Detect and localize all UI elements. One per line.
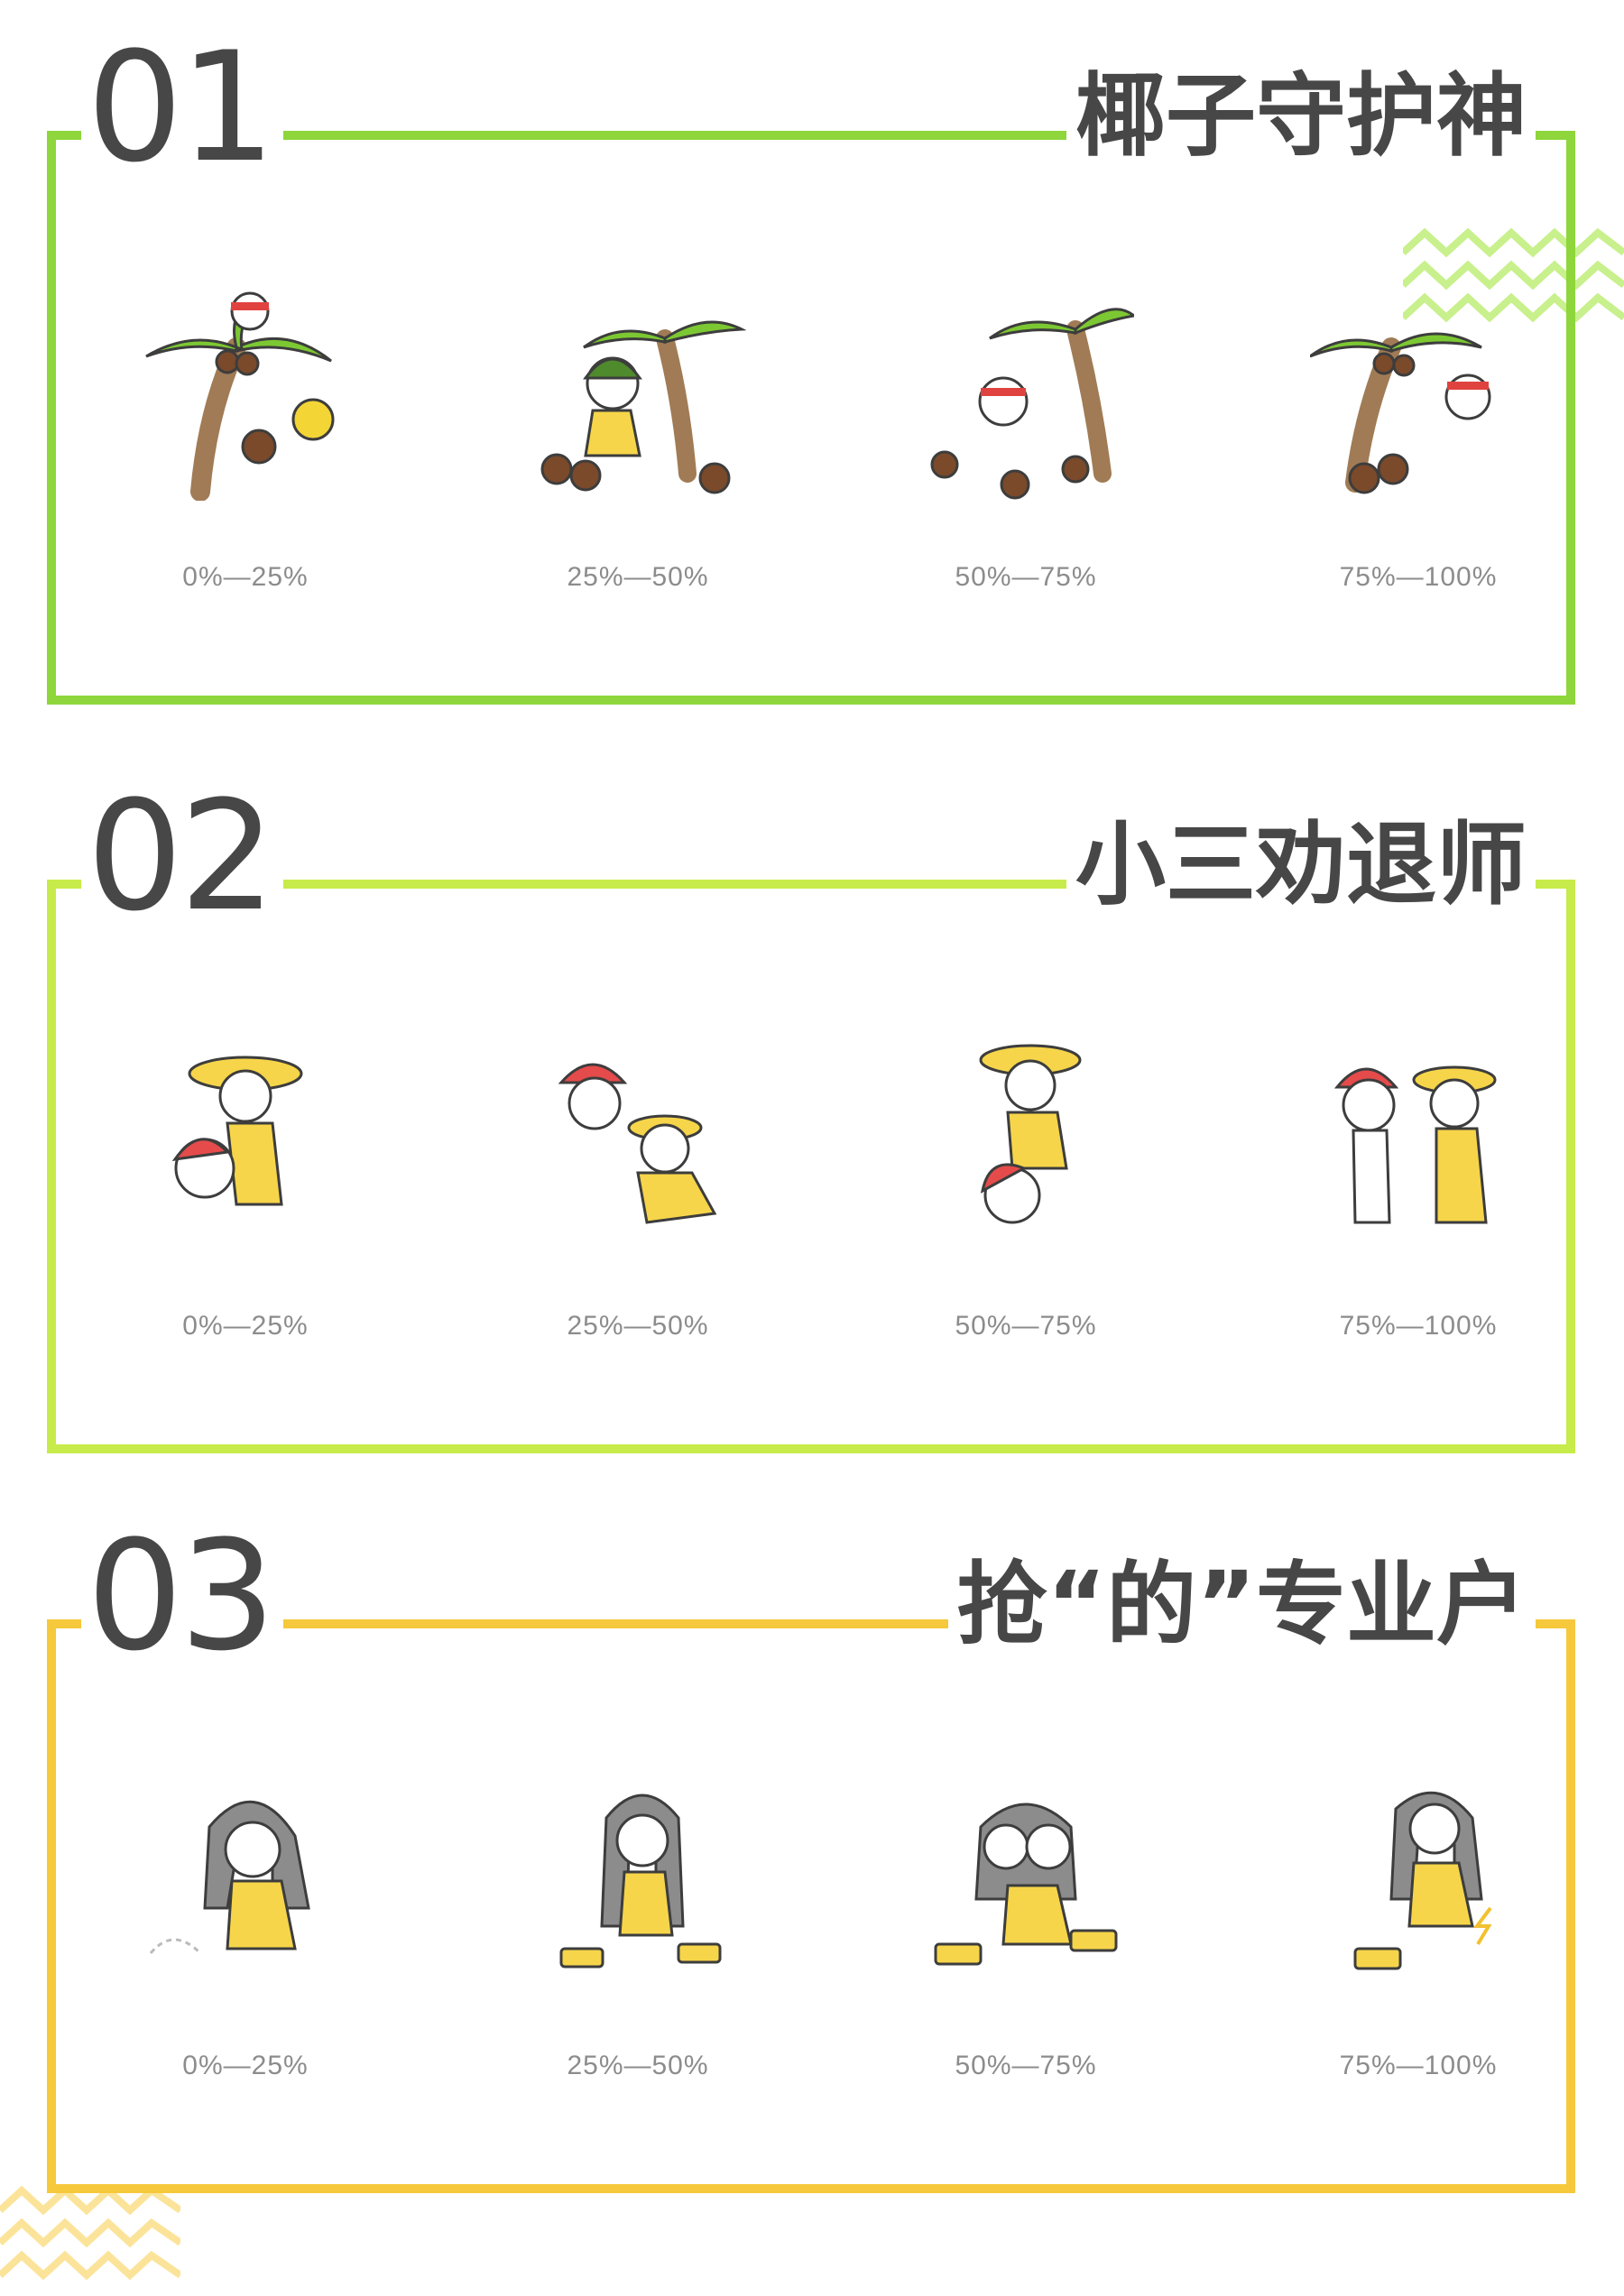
- progress-range-label: 25%—50%: [567, 2051, 709, 2080]
- panel: 25%—50%: [503, 1773, 773, 2080]
- panel: 0%—25%: [110, 284, 381, 592]
- progress-range-label: 50%—75%: [955, 1311, 1097, 1341]
- panel-row: 0%—25% 25%—50% 50%—75% 75%—100%: [47, 1619, 1575, 2193]
- couple-figures-icon: [171, 1056, 303, 1206]
- section-taxi-grabber: 03 抢“的”专业户 0%—25% 25%—50% 50%—75% 75%—10…: [47, 1520, 1575, 2193]
- coconut-tree-icon: [145, 291, 335, 501]
- panel: 25%—50%: [503, 1033, 773, 1341]
- progress-range-label: 75%—100%: [1339, 562, 1498, 592]
- progress-range-label: 0%—25%: [182, 1311, 309, 1341]
- progress-range-label: 50%—75%: [955, 2051, 1097, 2080]
- couple-figures-icon: [558, 1063, 717, 1224]
- section-coconut-guardian: 01 椰子守护神 0%—25% 25%—50% 50%—75% 75%—100%: [47, 32, 1575, 705]
- panel: 0%—25%: [110, 1033, 381, 1341]
- zigzag-decoration-bottom-left: [0, 2185, 180, 2281]
- panel-row: 0%—25% 25%—50% 50%—75% 75%—100%: [47, 880, 1575, 1453]
- panel: 25%—50%: [503, 284, 773, 592]
- progress-range-label: 50%—75%: [955, 562, 1097, 592]
- panel-row: 0%—25% 25%—50% 50%—75% 75%—100%: [47, 131, 1575, 705]
- section-mistress-persuader: 02 小三劝退师 0%—25% 25%—50% 50%—75% 75%—100%: [47, 780, 1575, 1453]
- panel: 75%—100%: [1283, 1033, 1554, 1341]
- progress-range-label: 0%—25%: [182, 2051, 309, 2080]
- coconut-tree-icon: [930, 308, 1134, 500]
- panel: 50%—75%: [890, 1773, 1161, 2080]
- coconut-tree-icon: [1310, 332, 1491, 494]
- girl-taxi-icon: [149, 1801, 310, 1955]
- panel: 50%—75%: [890, 284, 1161, 592]
- panel: 0%—25%: [110, 1773, 381, 2080]
- couple-figures-icon: [979, 1044, 1082, 1224]
- panel: 75%—100%: [1283, 1773, 1554, 2080]
- couple-figures-icon: [1333, 1065, 1497, 1224]
- girl-taxi-icon: [559, 1793, 722, 1969]
- progress-range-label: 75%—100%: [1339, 2051, 1498, 2080]
- progress-range-label: 75%—100%: [1339, 1311, 1498, 1341]
- girl-taxi-icon: [934, 1803, 1118, 1966]
- progress-range-label: 0%—25%: [182, 562, 309, 592]
- progress-range-label: 25%—50%: [567, 1311, 709, 1341]
- panel: 50%—75%: [890, 1033, 1161, 1341]
- progress-range-label: 25%—50%: [567, 562, 709, 592]
- coconut-tree-icon: [540, 320, 746, 494]
- girl-taxi-icon: [1353, 1791, 1492, 1970]
- panel: 75%—100%: [1283, 284, 1554, 592]
